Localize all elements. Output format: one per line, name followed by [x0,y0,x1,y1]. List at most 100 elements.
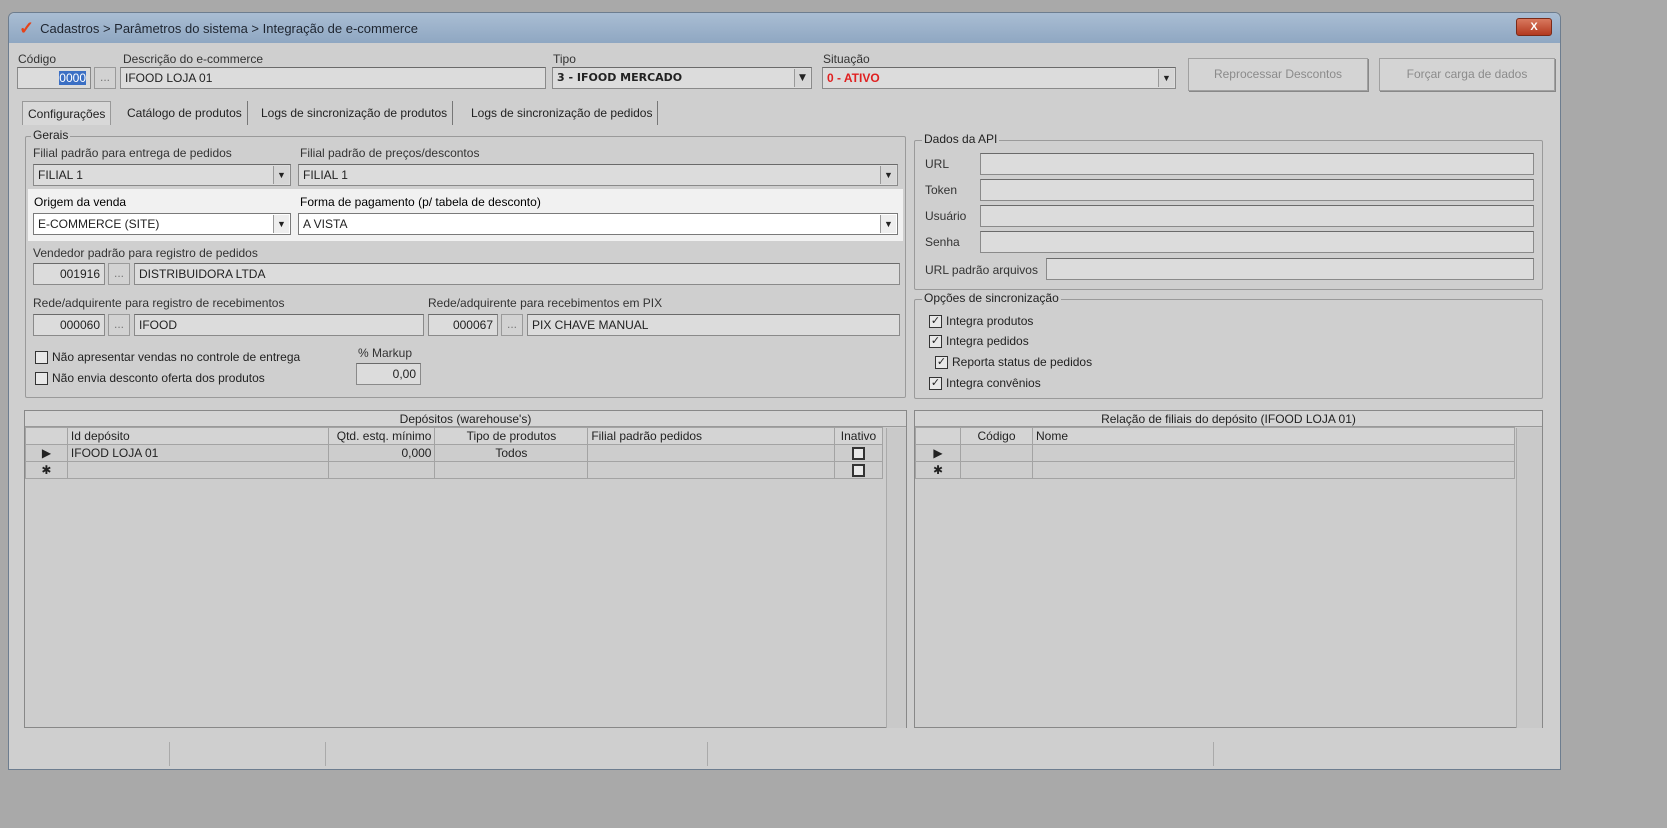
app-logo-icon: ✓ [19,17,35,38]
inativo-checkbox[interactable] [833,461,884,479]
url-arquivos-input[interactable] [1046,258,1534,280]
api-title: Dados da API [922,132,1000,146]
current-row-arrow-icon: ▶ [25,444,68,462]
col-codigo[interactable]: Código [960,427,1033,445]
integra-produtos-label: Integra produtos [946,314,1034,328]
table-row[interactable]: ▶ IFOOD LOJA 01 0,000 Todos [25,444,884,462]
tab-logs-produtos[interactable]: Logs de sincronização de produtos [256,101,454,125]
integra-convenios-checkbox[interactable]: ✓ Integra convênios [929,376,1041,391]
url-arquivos-label: URL padrão arquivos [925,263,1038,277]
markup-label: % Markup [358,346,413,360]
pix-name-input[interactable]: PIX CHAVE MANUAL [527,314,900,336]
cell-filial[interactable] [587,461,835,479]
cell-nome[interactable] [1032,461,1515,479]
chevron-down-icon: ▼ [273,215,289,233]
filial-precos-value: FILIAL 1 [303,168,348,182]
vertical-scrollbar[interactable] [1516,428,1542,728]
title-bar: ✓ Cadastros > Parâmetros do sistema > In… [9,13,1560,43]
rede-name-input[interactable]: IFOOD [134,314,424,336]
usuario-label: Usuário [925,209,967,223]
status-panel [8,742,170,766]
col-id-deposito[interactable]: Id depósito [66,427,330,445]
status-panel [326,742,708,766]
checkbox-icon [851,447,865,461]
rede-lookup-button[interactable]: ... [108,314,130,336]
tipo-select[interactable]: 3 - IFOOD MERCADO ▼ [552,67,812,89]
usuario-input[interactable] [980,205,1534,227]
new-row[interactable]: ✱ [915,461,1515,479]
col-inativo[interactable]: Inativo [833,427,884,445]
table-row[interactable]: ▶ [915,444,1515,462]
url-input[interactable] [980,153,1534,175]
check-icon: ✓ [929,315,942,329]
tab-catalogo[interactable]: Catálogo de produtos [122,101,248,125]
filial-entrega-select[interactable]: FILIAL 1 ▼ [33,164,291,186]
senha-input[interactable] [980,231,1534,253]
inativo-checkbox[interactable] [833,444,884,462]
chevron-down-icon: ▼ [273,166,289,184]
nao-apresentar-label: Não apresentar vendas no controle de ent… [52,350,301,364]
codigo-lookup-button[interactable]: ... [94,67,116,89]
tab-logs-pedidos[interactable]: Logs de sincronização de pedidos [466,101,659,125]
cell-tipo[interactable]: Todos [434,444,589,462]
window-title: Cadastros > Parâmetros do sistema > Inte… [40,20,418,36]
filial-precos-select[interactable]: FILIAL 1 ▼ [298,164,898,186]
situacao-select[interactable]: 0 - ATIVO ▼ [822,67,1176,89]
tab-configuracoes[interactable]: Configurações [22,101,112,125]
situacao-value: 0 - ATIVO [827,71,880,85]
situacao-label: Situação [823,52,870,66]
vertical-scrollbar[interactable] [886,428,906,728]
integra-pedidos-label: Integra pedidos [946,334,1029,348]
cell-qtd[interactable]: 0,000 [328,444,436,462]
filial-entrega-value: FILIAL 1 [38,168,83,182]
col-nome[interactable]: Nome [1032,427,1515,445]
depositos-grid[interactable]: Depósitos (warehouse's) Id depósito Qtd.… [24,410,907,728]
chevron-down-icon: ▼ [794,69,810,87]
markup-input[interactable]: 0,00 [356,363,421,385]
cell-qtd[interactable] [328,461,436,479]
codigo-input[interactable]: 0000 [17,67,91,89]
nao-envia-desconto-checkbox[interactable]: Não envia desconto oferta dos produtos [35,371,265,386]
check-icon: ✓ [929,335,942,349]
integra-pedidos-checkbox[interactable]: ✓ Integra pedidos [929,334,1029,349]
cell-id[interactable] [66,461,330,479]
vendedor-lookup-button[interactable]: ... [108,263,130,285]
cell-nome[interactable] [1032,444,1515,462]
url-label: URL [925,157,950,171]
nao-envia-desconto-label: Não envia desconto oferta dos produtos [52,371,265,385]
origem-select[interactable]: E-COMMERCE (SITE) ▼ [33,213,291,235]
close-button[interactable]: X [1516,18,1552,36]
filiais-grid[interactable]: Relação de filiais do depósito (IFOOD LO… [914,410,1543,728]
cell-codigo[interactable] [960,461,1033,479]
checkbox-icon [35,372,48,386]
codigo-value: 0000 [59,71,86,85]
new-row[interactable]: ✱ [25,461,884,479]
forma-pagamento-select[interactable]: A VISTA ▼ [298,213,898,235]
col-qtd-estq[interactable]: Qtd. estq. mínimo [328,427,436,445]
col-filial-padrao[interactable]: Filial padrão pedidos [587,427,835,445]
pix-code-input[interactable]: 000067 [428,314,498,336]
integra-produtos-checkbox[interactable]: ✓ Integra produtos [929,314,1034,329]
row-indicator-header [25,427,68,445]
token-label: Token [925,183,958,197]
forma-pagamento-value: A VISTA [303,217,348,231]
sync-title: Opções de sincronização [922,291,1061,305]
rede-code-input[interactable]: 000060 [33,314,105,336]
col-tipo-produtos[interactable]: Tipo de produtos [434,427,589,445]
cell-filial[interactable] [587,444,835,462]
vendedor-code-input[interactable]: 001916 [33,263,105,285]
cell-tipo[interactable] [434,461,589,479]
token-input[interactable] [980,179,1534,201]
vendedor-name-input[interactable]: DISTRIBUIDORA LTDA [134,263,900,285]
status-bar [8,742,1561,766]
reprocessar-descontos-button[interactable]: Reprocessar Descontos [1188,58,1368,91]
filial-entrega-label: Filial padrão para entrega de pedidos [33,146,232,160]
forcar-carga-button[interactable]: Forçar carga de dados [1379,58,1555,91]
cell-id[interactable]: IFOOD LOJA 01 [66,444,330,462]
nao-apresentar-checkbox[interactable]: Não apresentar vendas no controle de ent… [35,350,301,365]
filial-precos-label: Filial padrão de preços/descontos [300,146,480,160]
descricao-input[interactable]: IFOOD LOJA 01 [120,67,546,89]
cell-codigo[interactable] [960,444,1033,462]
reporta-status-checkbox[interactable]: ✓ Reporta status de pedidos [935,355,1092,370]
pix-lookup-button[interactable]: ... [501,314,523,336]
